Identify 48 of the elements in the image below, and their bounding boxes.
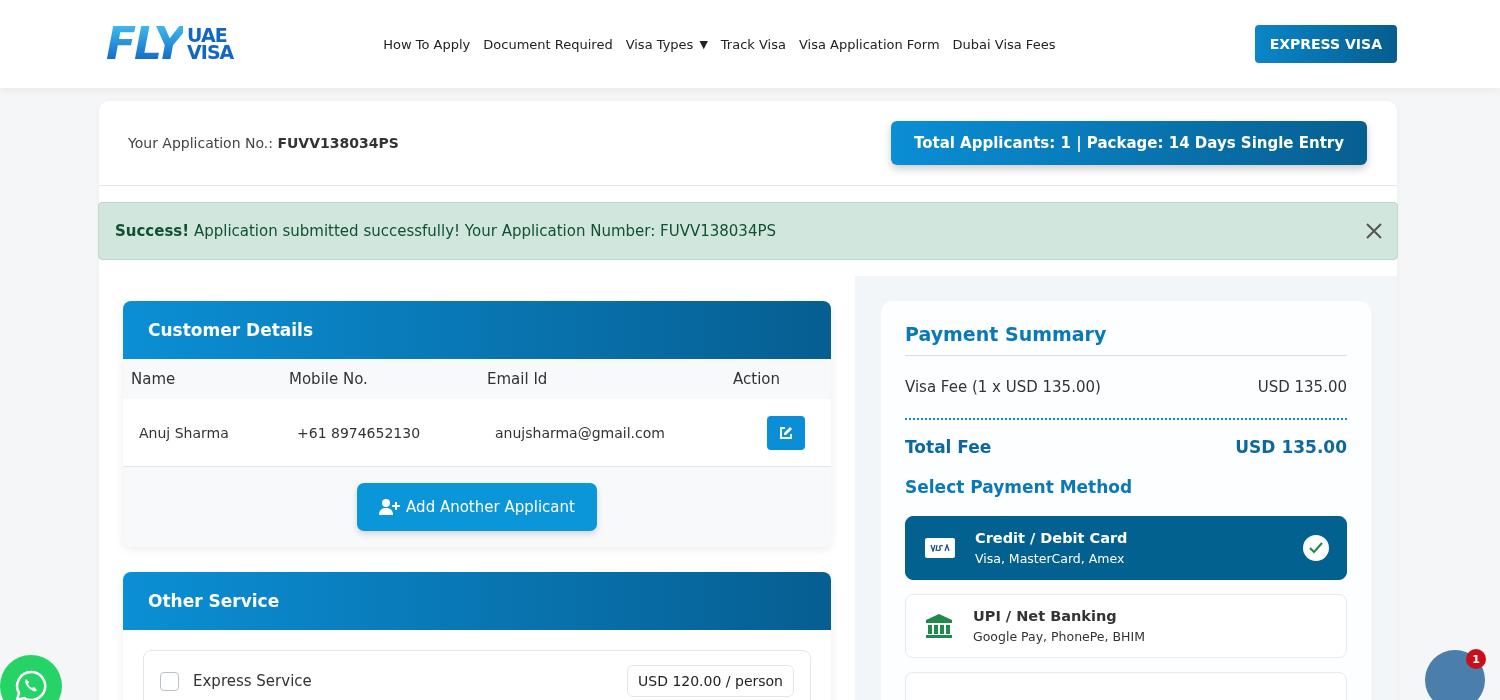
option-subtitle: Google Pay, PhonePe, BHIM: [973, 629, 1146, 644]
nav-link[interactable]: Document Required: [483, 36, 613, 52]
total-label: Total Fee: [905, 437, 992, 457]
nav-link[interactable]: Dubai Visa Fees: [952, 36, 1056, 52]
card-title: Other Service: [123, 572, 831, 630]
nav-link[interactable]: Visa Application Form: [798, 36, 940, 52]
bank-icon: [925, 613, 953, 639]
add-user-icon: [379, 498, 402, 516]
column-header: Mobile No.: [289, 369, 369, 390]
table-cell-text: Anuj Sharma: [139, 424, 230, 441]
nav-link[interactable]: Track Visa: [720, 36, 786, 52]
whatsapp-button[interactable]: [0, 655, 62, 700]
table-cell-text: +61 8974652130: [297, 424, 422, 441]
service-price: USD 120.00 / person: [627, 665, 794, 697]
column-header: Email Id: [487, 369, 549, 390]
column-header: Name: [131, 369, 177, 390]
notification-badge: 1: [1466, 649, 1486, 669]
payment-method-title: Select Payment Method: [905, 477, 1134, 497]
payment-title: Payment Summary: [905, 323, 1347, 356]
table-cell-text: anujsharma@gmail.com: [495, 424, 666, 441]
chat-button[interactable]: [1425, 650, 1485, 700]
fee-amount: USD 135.00: [1257, 378, 1347, 396]
logo-uae: UAE: [187, 26, 227, 44]
option-title: UPI / Net Banking: [973, 608, 1118, 624]
payment-option[interactable]: UPI / Net Banking Google Pay, PhonePe, BHIM: [905, 594, 1347, 658]
total-amount: USD 135.00: [1235, 437, 1347, 457]
visa-card-icon: [925, 538, 955, 558]
logo-visa: VISA: [187, 44, 234, 62]
nav-link[interactable]: How To Apply: [383, 36, 471, 52]
application-number: Your Application No.: FUVV138034PS: [128, 135, 399, 151]
package-summary: Total Applicants: 1 | Package: 14 Days Single Entry: [890, 121, 1367, 165]
alert-message: Success! Application submitted successfully! Your Application Number: FUVV138034PS: [115, 222, 776, 240]
edit-button[interactable]: [767, 415, 805, 450]
option-title: Credit / Debit Card: [975, 530, 1129, 546]
service-label: Express Service: [193, 672, 313, 690]
close-icon[interactable]: [1365, 222, 1383, 240]
payment-option[interactable]: Credit / Debit Card Visa, MasterCard, Amex: [905, 516, 1347, 580]
caret-icon: ▼: [699, 37, 708, 51]
edit-icon: [778, 424, 794, 441]
checkbox[interactable]: [160, 671, 179, 691]
card-title: Customer Details: [123, 301, 831, 359]
whatsapp-icon: [14, 669, 48, 700]
express-visa-button[interactable]: EXPRESS VISA: [1254, 25, 1397, 63]
fee-label: Visa Fee (1 x USD 135.00): [905, 378, 1101, 396]
column-header: Action: [733, 369, 781, 390]
check-icon: [1303, 535, 1329, 561]
nav-link[interactable]: Visa Types ▼: [625, 36, 708, 52]
option-subtitle: Visa, MasterCard, Amex: [975, 551, 1126, 566]
